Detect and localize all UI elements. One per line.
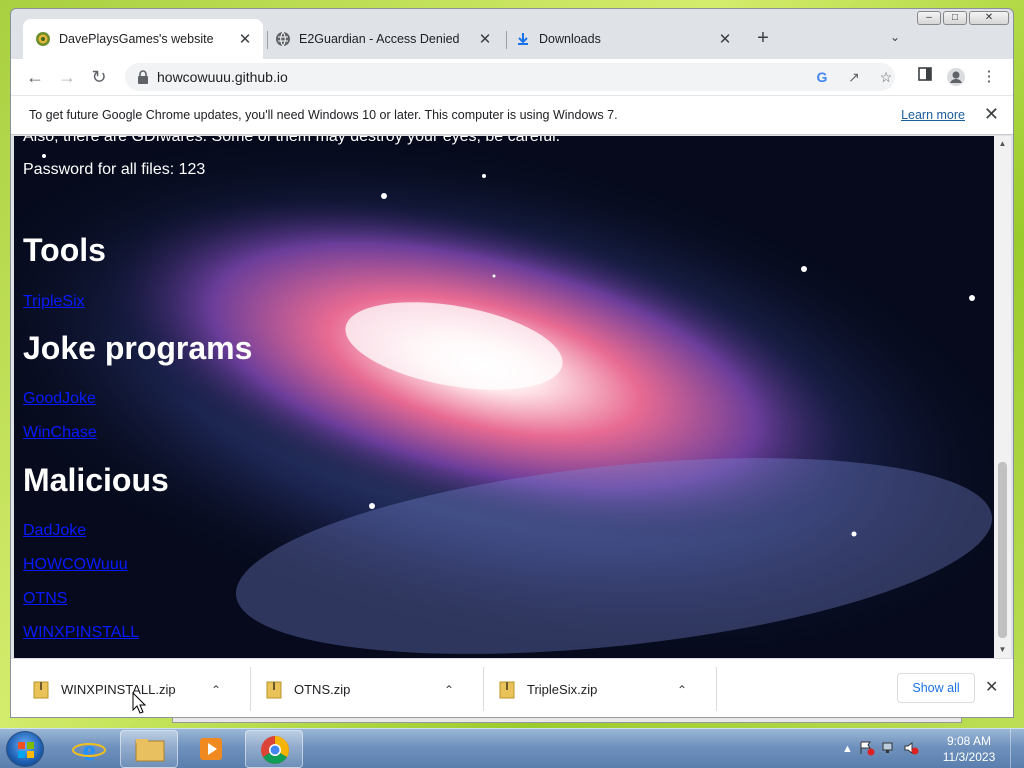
link-winxpinstall[interactable]: WINXPINSTALL xyxy=(23,624,139,642)
svg-text:e: e xyxy=(82,734,95,767)
learn-more-link[interactable]: Learn more xyxy=(901,108,965,122)
page-viewport: Also, there are GDIwares. Some of them m… xyxy=(14,136,994,658)
tab-daveplaysgames[interactable]: DavePlaysGames's website ✕ xyxy=(23,19,263,59)
reload-icon[interactable]: ↻ xyxy=(87,65,111,89)
side-panel-icon[interactable] xyxy=(915,67,935,87)
tab-close-icon[interactable]: ✕ xyxy=(475,30,495,48)
heading-joke-programs: Joke programs xyxy=(23,330,253,366)
tab-close-icon[interactable]: ✕ xyxy=(715,30,735,48)
mouse-cursor-icon xyxy=(132,692,146,714)
link-winchase[interactable]: WinChase xyxy=(23,424,97,442)
link-otns[interactable]: OTNS xyxy=(23,590,67,608)
tab-title: E2Guardian - Access Denied xyxy=(299,32,460,46)
tab-title: Downloads xyxy=(539,32,601,46)
page-scrollbar[interactable]: ▲ ▼ xyxy=(994,136,1011,658)
infobar-close-icon[interactable]: ✕ xyxy=(984,104,999,125)
menu-kebab-icon[interactable]: ⋮ xyxy=(979,67,999,87)
link-dadjoke[interactable]: DadJoke xyxy=(23,522,86,540)
tab-close-icon[interactable]: ✕ xyxy=(235,30,255,48)
download-shelf: WINXPINSTALL.zip ⌃ OTNS.zip ⌃ TripleSix.… xyxy=(11,658,1013,717)
windows-explorer-icon[interactable] xyxy=(120,730,178,768)
url-text: howcowuuu.github.io xyxy=(157,69,288,85)
download-filename: OTNS.zip xyxy=(294,682,351,697)
scroll-down-arrow-icon[interactable]: ▼ xyxy=(994,642,1011,658)
taskbar: e ▲ 9:08 AM 11/3/2023 xyxy=(0,728,1024,768)
system-tray: ▲ xyxy=(842,729,919,768)
horizontal-scrollbar[interactable] xyxy=(172,717,962,723)
link-howcowuuu[interactable]: HOWCOWuuu xyxy=(23,556,128,574)
zip-file-icon xyxy=(499,681,515,698)
download-icon xyxy=(515,31,531,47)
taskbar-clock[interactable]: 9:08 AM 11/3/2023 xyxy=(935,733,1003,765)
address-bar[interactable]: howcowuuu.github.io G ↗ ☆ xyxy=(125,63,895,91)
bookmark-star-icon[interactable]: ☆ xyxy=(877,68,895,86)
zip-file-icon xyxy=(33,681,49,698)
heading-malicious: Malicious xyxy=(23,462,169,498)
lock-icon xyxy=(137,70,149,89)
chevron-up-icon[interactable]: ⌃ xyxy=(444,683,454,697)
show-hidden-icons-icon[interactable]: ▲ xyxy=(842,743,853,755)
tab-e2guardian[interactable]: E2Guardian - Access Denied ✕ xyxy=(263,19,503,59)
share-icon[interactable]: ↗ xyxy=(845,68,863,86)
download-item[interactable]: TripleSix.zip ⌃ xyxy=(477,659,713,717)
galaxy-background xyxy=(14,136,994,658)
download-item[interactable]: OTNS.zip ⌃ xyxy=(244,659,480,717)
media-player-icon[interactable] xyxy=(182,730,240,768)
google-lens-icon[interactable]: G xyxy=(813,68,831,86)
show-desktop-button[interactable] xyxy=(1010,729,1024,768)
download-filename: TripleSix.zip xyxy=(527,682,598,697)
zip-file-icon xyxy=(266,681,282,698)
chevron-up-icon[interactable]: ⌃ xyxy=(211,683,221,697)
password-text: Password for all files: 123 xyxy=(23,161,206,178)
download-item[interactable]: WINXPINSTALL.zip ⌃ xyxy=(11,659,247,717)
chevron-up-icon[interactable]: ⌃ xyxy=(677,683,687,697)
chrome-icon[interactable] xyxy=(245,730,303,768)
back-arrow-icon[interactable]: ← xyxy=(23,65,47,89)
start-button[interactable] xyxy=(6,731,44,767)
network-icon[interactable] xyxy=(881,740,897,759)
toolbar: ← → ↻ howcowuuu.github.io G ↗ ☆ ⋮ xyxy=(11,59,1013,95)
link-goodjoke[interactable]: GoodJoke xyxy=(23,390,96,408)
tab-downloads[interactable]: Downloads ✕ xyxy=(503,19,743,59)
scroll-up-arrow-icon[interactable]: ▲ xyxy=(994,136,1011,152)
tab-search-chevron-icon[interactable]: ⌄ xyxy=(885,30,905,50)
link-triplesix[interactable]: TripleSix xyxy=(23,293,85,311)
scroll-thumb[interactable] xyxy=(998,462,1007,638)
chrome-window: – □ ✕ DavePlaysGames's website ✕ E2Guard… xyxy=(10,8,1014,718)
forward-arrow-icon[interactable]: → xyxy=(55,65,79,89)
update-infobar: To get future Google Chrome updates, you… xyxy=(11,95,1013,135)
globe-icon xyxy=(275,31,291,47)
show-all-button[interactable]: Show all xyxy=(897,673,975,703)
clock-date: 11/3/2023 xyxy=(942,750,996,764)
heading-tools: Tools xyxy=(23,232,106,268)
download-shelf-close-icon[interactable]: ✕ xyxy=(985,677,998,697)
new-tab-icon[interactable]: + xyxy=(751,27,775,51)
tab-title: DavePlaysGames's website xyxy=(59,32,214,46)
profile-avatar-icon[interactable] xyxy=(946,67,966,87)
action-center-flag-icon[interactable] xyxy=(859,740,875,759)
internet-explorer-icon[interactable]: e xyxy=(60,730,118,768)
tab-strip: DavePlaysGames's website ✕ E2Guardian - … xyxy=(11,19,1013,59)
clock-time: 9:08 AM xyxy=(946,734,992,748)
volume-muted-icon[interactable] xyxy=(903,740,919,759)
infobar-message: To get future Google Chrome updates, you… xyxy=(29,108,618,122)
site-favicon-icon xyxy=(35,31,51,47)
cut-off-notice: Also, there are GDIwares. Some of them m… xyxy=(23,136,561,145)
